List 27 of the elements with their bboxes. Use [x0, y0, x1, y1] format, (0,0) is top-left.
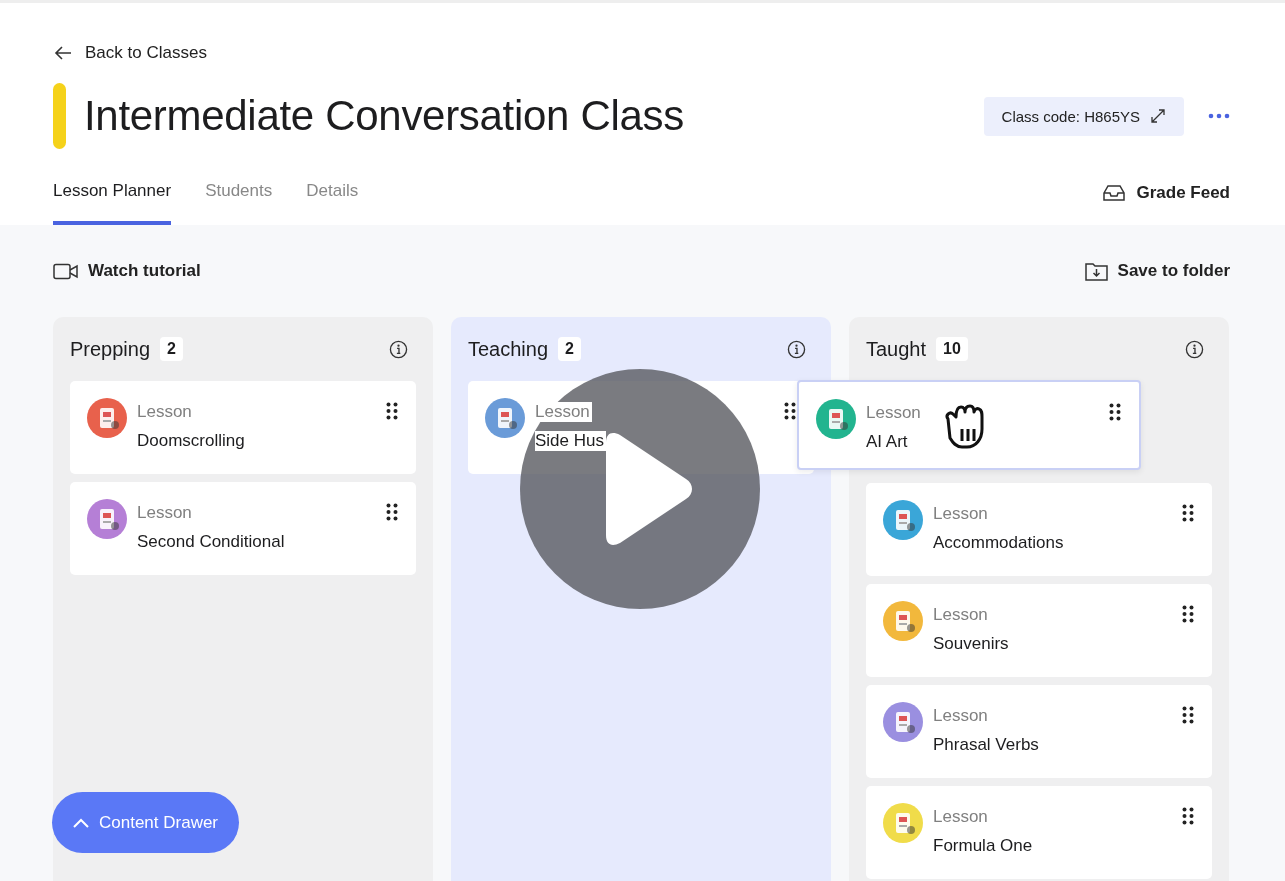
card-type: Lesson [535, 402, 592, 422]
class-code-button[interactable]: Class code: H865YS [983, 96, 1184, 136]
lesson-card[interactable]: Lesson Doomscrolling [70, 381, 416, 474]
lesson-card[interactable]: Lesson Formula One [866, 786, 1212, 879]
back-link[interactable]: Back to Classes [53, 43, 207, 63]
column-title: Prepping [70, 337, 151, 361]
column-title: Taught [866, 337, 927, 361]
lesson-title: Doomscrolling [137, 431, 247, 451]
lesson-card[interactable]: Lesson Souvenirs [866, 584, 1212, 677]
tab[interactable]: Students [205, 181, 273, 225]
lesson-card[interactable]: Lesson AI Art [797, 380, 1141, 470]
back-link-label: Back to Classes [85, 43, 207, 63]
column-title: Teaching [468, 337, 549, 361]
grade-feed-button[interactable]: Grade Feed [1102, 183, 1230, 225]
watch-tutorial-button[interactable]: Watch tutorial [53, 261, 201, 281]
column-count: 10 [936, 337, 968, 361]
column-count: 2 [558, 337, 581, 361]
lesson-title: Side Hus [535, 431, 606, 451]
save-to-folder-button[interactable]: Save to folder [1084, 261, 1230, 281]
lesson-card[interactable]: Lesson Second Conditional [70, 482, 416, 575]
lesson-card[interactable]: Lesson Accommodations [866, 483, 1212, 576]
content-drawer-button[interactable]: Content Drawer [52, 792, 239, 853]
tab[interactable]: Lesson Planner [53, 181, 172, 225]
class-title: Intermediate Conversation Class [84, 92, 685, 140]
tab[interactable]: Details [306, 181, 359, 225]
column-count: 2 [160, 337, 183, 361]
lesson-card[interactable]: Lesson Phrasal Verbs [866, 685, 1212, 778]
